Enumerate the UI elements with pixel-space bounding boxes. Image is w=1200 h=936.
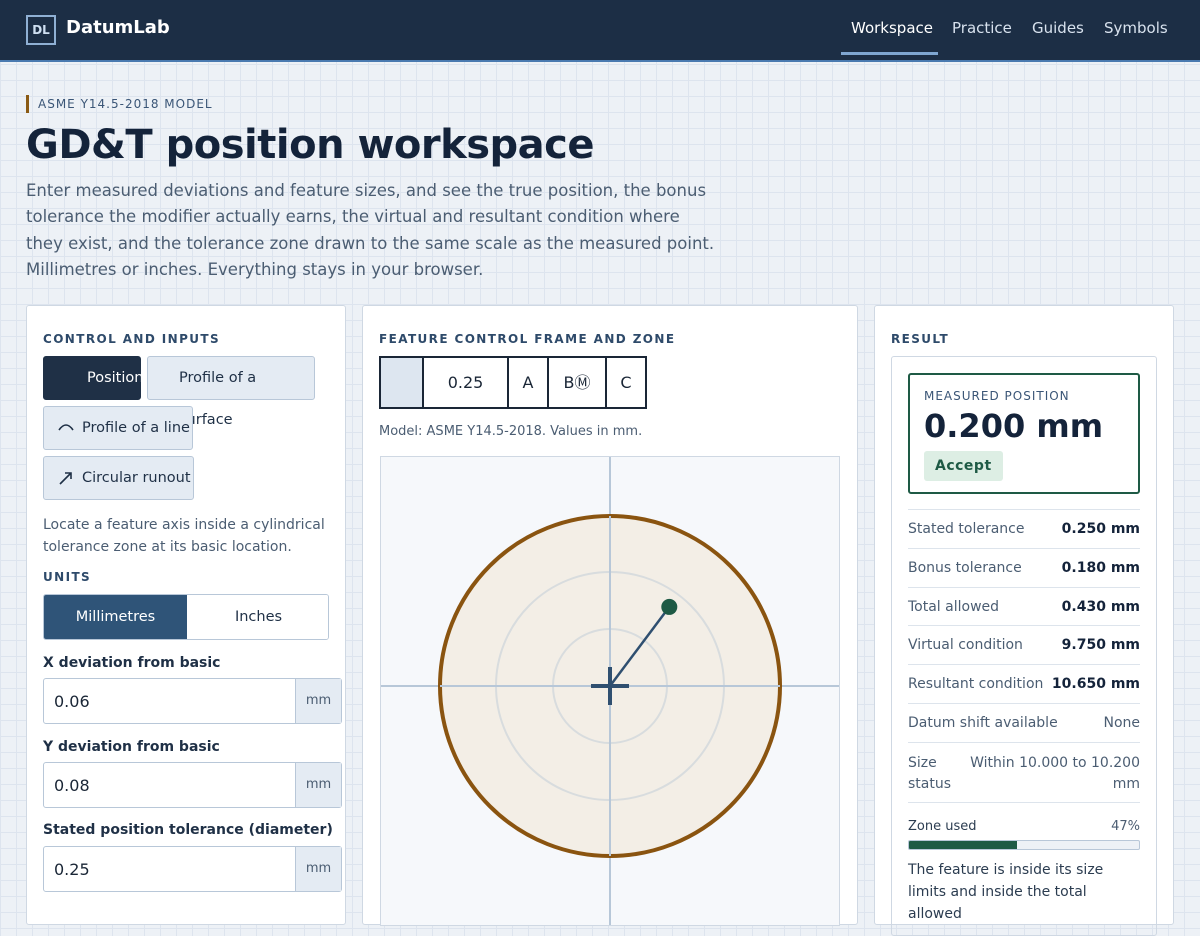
type-profile-line-label: Profile of a line xyxy=(82,420,190,436)
result-row-datum-shift: Datum shift available None xyxy=(908,703,1140,742)
result-value: None xyxy=(1103,715,1140,731)
zone-used-progress-fill xyxy=(909,841,1018,849)
type-position-button[interactable]: Position xyxy=(43,356,144,400)
units-heading: UNITS xyxy=(43,570,92,584)
result-key: Datum shift available xyxy=(908,715,1058,731)
x-deviation-unit: mm xyxy=(295,679,341,723)
y-deviation-unit: mm xyxy=(295,763,341,807)
tolerance-zone-plot xyxy=(380,456,840,926)
feature-control-frame: 0.25 A BⓂ C xyxy=(379,356,647,409)
top-navigation-bar: DL DatumLab Workspace Practice Guides Sy… xyxy=(0,0,1200,62)
stated-tolerance-input[interactable] xyxy=(44,847,296,891)
zone-svg xyxy=(381,457,839,925)
logo-badge: DL xyxy=(26,15,56,45)
datum-c-cell: C xyxy=(620,373,632,392)
profile-line-icon xyxy=(56,407,76,454)
result-value: 0.250 mm xyxy=(1061,521,1140,537)
unit-inches-option[interactable]: Inches xyxy=(187,595,328,639)
measured-position-label: MEASURED POSITION xyxy=(924,389,1070,403)
result-row-size-status: Size status Within 10.000 to 10.200 mm xyxy=(908,742,1140,802)
result-key: Resultant condition xyxy=(908,676,1044,692)
nav-workspace[interactable]: Workspace xyxy=(851,19,933,37)
stated-tolerance-unit: mm xyxy=(295,847,341,891)
result-value: 0.430 mm xyxy=(1061,599,1140,615)
measured-point xyxy=(661,598,678,615)
model-note: Model: ASME Y14.5-2018. Values in mm. xyxy=(379,424,643,439)
measured-position-value: 0.200 mm xyxy=(924,407,1104,445)
units-toggle: Millimetres Inches xyxy=(43,594,329,640)
zone-used-label: Zone used xyxy=(908,819,977,834)
controls-card: CONTROL AND INPUTS Position Profile of a… xyxy=(26,305,346,925)
x-deviation-input[interactable] xyxy=(44,679,296,723)
result-heading: RESULT xyxy=(891,332,950,346)
type-profile-line-button[interactable]: Profile of a line xyxy=(43,406,193,450)
y-deviation-input[interactable] xyxy=(44,763,296,807)
nav-guides[interactable]: Guides xyxy=(1032,19,1084,37)
controls-heading: CONTROL AND INPUTS xyxy=(43,332,221,346)
type-profile-surface-button[interactable]: Profile of a surface xyxy=(147,356,315,428)
type-profile-surface-label: Profile of a surface xyxy=(179,370,257,428)
result-card: RESULT MEASURED POSITION 0.200 mm Accept… xyxy=(874,305,1174,936)
nav-practice[interactable]: Practice xyxy=(952,19,1012,37)
type-position-label: Position xyxy=(87,370,144,386)
result-summary: The feature is inside its size limits an… xyxy=(908,862,1104,922)
result-divider xyxy=(908,802,1140,803)
result-value: 9.750 mm xyxy=(1061,637,1140,653)
result-key: Total allowed xyxy=(908,599,1000,615)
nav-symbols[interactable]: Symbols xyxy=(1104,19,1168,37)
measured-position-box: MEASURED POSITION 0.200 mm Accept xyxy=(908,373,1140,494)
y-deviation-field: mm xyxy=(43,762,342,808)
result-key: Size status xyxy=(908,755,952,792)
x-deviation-label: X deviation from basic xyxy=(43,655,221,671)
zone-used-value: 47% xyxy=(1111,819,1140,834)
x-deviation-field: mm xyxy=(43,678,342,724)
result-row-virtual: Virtual condition 9.750 mm xyxy=(908,625,1140,664)
position-symbol-cell xyxy=(381,358,424,407)
verdict-badge: Accept xyxy=(924,451,1003,481)
result-key: Virtual condition xyxy=(908,637,1023,653)
stated-tolerance-field: mm xyxy=(43,846,342,892)
control-type-description: Locate a feature axis inside a cylindric… xyxy=(43,517,325,555)
result-row-resultant: Resultant condition 10.650 mm xyxy=(908,664,1140,703)
result-row-bonus: Bonus tolerance 0.180 mm xyxy=(908,548,1140,587)
result-value: 10.650 mm xyxy=(1051,676,1140,692)
circular-runout-icon xyxy=(56,457,76,504)
result-key: Bonus tolerance xyxy=(908,560,1022,576)
y-deviation-label: Y deviation from basic xyxy=(43,739,220,755)
brand-name[interactable]: DatumLab xyxy=(66,17,170,38)
result-value: Within 10.000 to 10.200 mm xyxy=(970,755,1140,792)
frame-card: FEATURE CONTROL FRAME AND ZONE 0.25 A BⓂ… xyxy=(362,305,858,926)
tolerance-cell: 0.25 xyxy=(424,358,509,407)
zone-used-progress xyxy=(908,840,1140,850)
unit-millimetres-option[interactable]: Millimetres xyxy=(44,595,187,639)
standard-eyebrow: ASME Y14.5-2018 MODEL xyxy=(26,95,213,113)
page-description: Enter measured deviations and feature si… xyxy=(26,181,715,279)
result-panel: MEASURED POSITION 0.200 mm Accept Stated… xyxy=(891,356,1157,936)
active-nav-indicator xyxy=(841,52,938,55)
stated-tolerance-label: Stated position tolerance (diameter) xyxy=(43,822,333,838)
type-circular-runout-button[interactable]: Circular runout xyxy=(43,456,194,500)
result-row-total: Total allowed 0.430 mm xyxy=(908,587,1140,625)
datum-b-cell: BⓂ xyxy=(549,358,607,407)
result-row-stated: Stated tolerance 0.250 mm xyxy=(908,509,1140,548)
frame-heading: FEATURE CONTROL FRAME AND ZONE xyxy=(379,332,676,346)
result-key: Stated tolerance xyxy=(908,521,1025,537)
type-circular-runout-label: Circular runout xyxy=(82,470,191,486)
datum-a-cell: A xyxy=(509,358,549,407)
page-title: GD&T position workspace xyxy=(26,122,595,168)
result-value: 0.180 mm xyxy=(1061,560,1140,576)
